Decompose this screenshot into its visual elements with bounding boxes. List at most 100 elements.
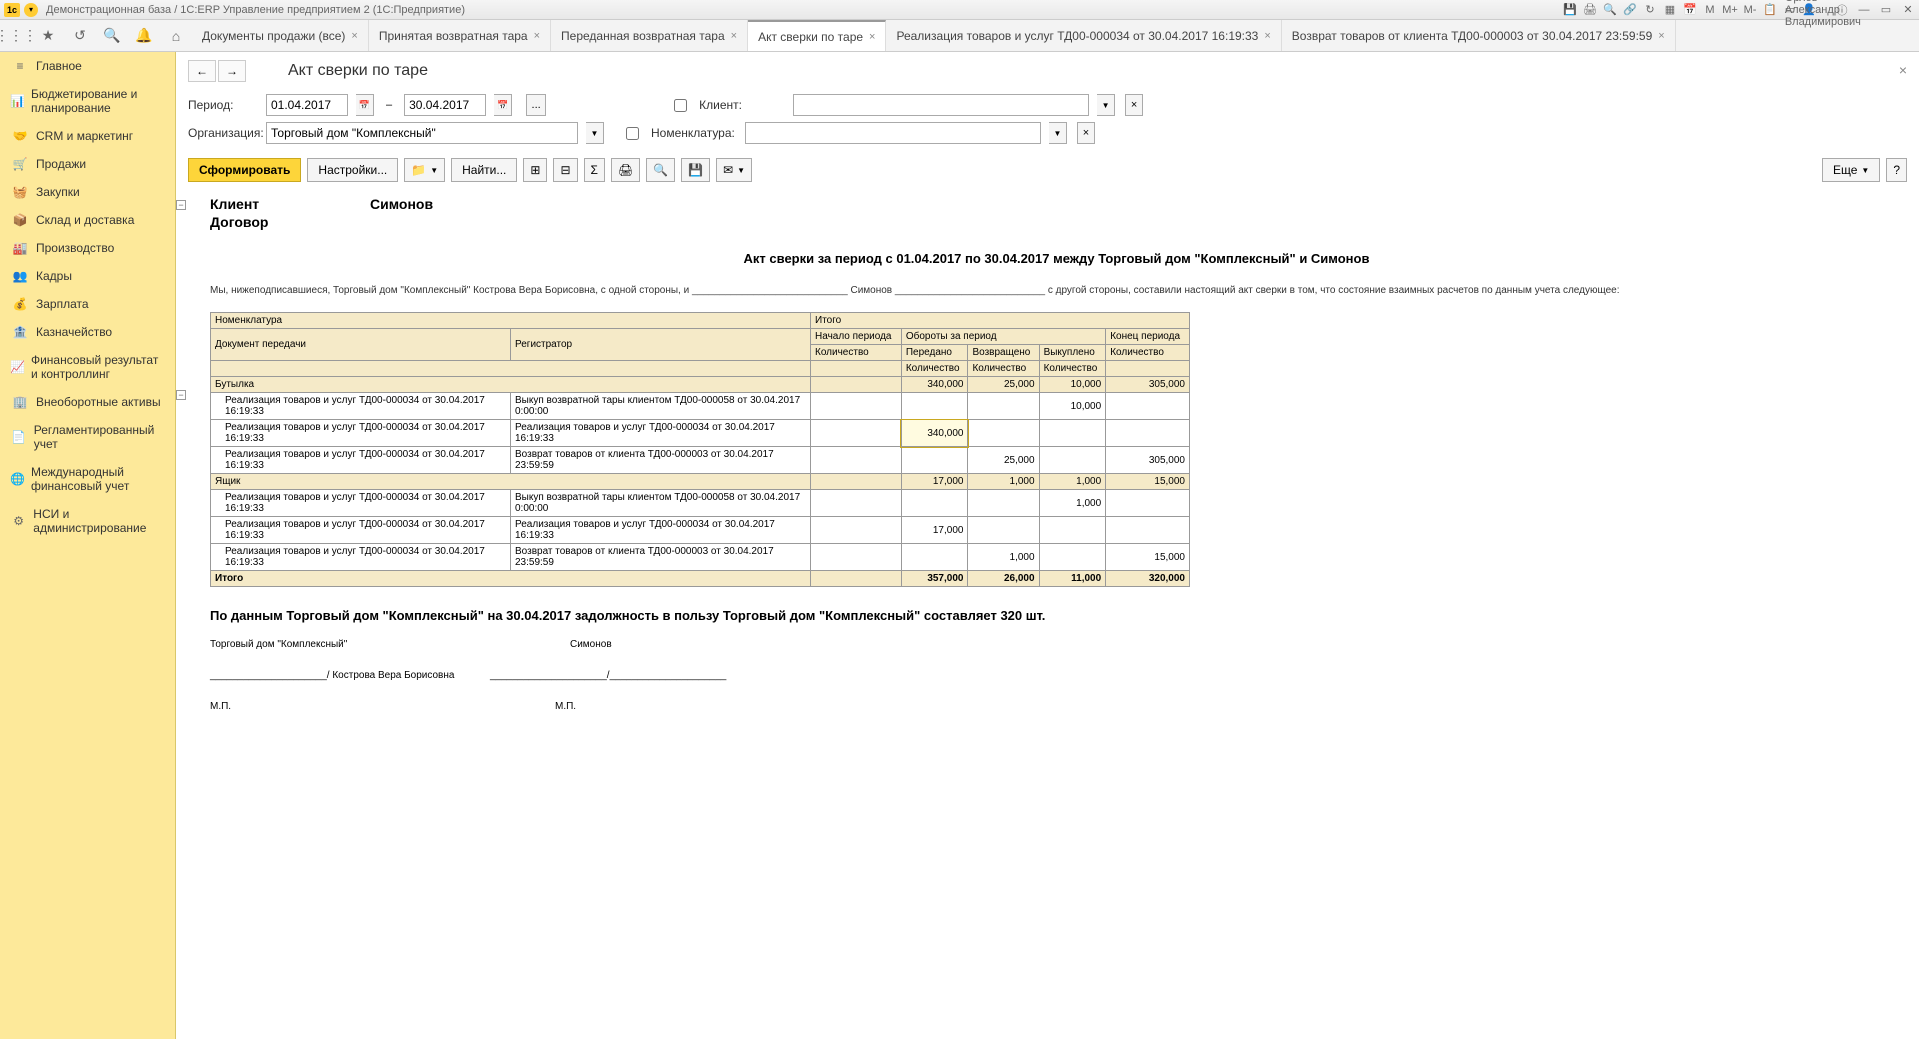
close-icon[interactable]: ×	[351, 30, 357, 42]
close-content-icon[interactable]: ×	[1899, 62, 1907, 78]
help-button[interactable]: ?	[1886, 158, 1907, 182]
sidebar-item-finance[interactable]: 📈Финансовый результат и контроллинг	[0, 346, 175, 388]
table-row[interactable]: Реализация товаров и услуг ТД00-000034 о…	[211, 447, 1190, 474]
sidebar-item-warehouse[interactable]: 📦Склад и доставка	[0, 206, 175, 234]
table-group-row[interactable]: Ящик 17,000 1,000 1,000 15,000	[211, 474, 1190, 490]
sum-icon[interactable]: Σ	[584, 158, 605, 182]
content-area: × ← → Акт сверки по таре Период: 📅 – 📅 .…	[176, 52, 1919, 1039]
form-button[interactable]: Сформировать	[188, 158, 301, 182]
bars-icon: 📈	[10, 360, 25, 374]
print-button[interactable]: 🖨	[611, 158, 640, 182]
tab-received-tara[interactable]: Принятая возвратная тара×	[369, 20, 551, 51]
history-icon[interactable]: ↺	[64, 20, 96, 51]
m-icon[interactable]: M	[1703, 3, 1717, 17]
table-row[interactable]: Реализация товаров и услуг ТД00-000034 о…	[211, 420, 1190, 447]
org-dropdown-icon[interactable]: ▼	[586, 122, 604, 144]
sidebar-item-purchases[interactable]: 🧺Закупки	[0, 178, 175, 206]
sidebar-item-regulated[interactable]: 📄Регламентированный учет	[0, 416, 175, 458]
sidebar-item-assets[interactable]: 🏢Внеоборотные активы	[0, 388, 175, 416]
period-select-button[interactable]: ...	[526, 94, 546, 116]
preamble: Мы, нижеподписавшиеся, Торговый дом "Ком…	[210, 284, 1903, 298]
table-row[interactable]: Реализация товаров и услуг ТД00-000034 о…	[211, 490, 1190, 517]
search-icon[interactable]: 🔍	[1603, 3, 1617, 17]
link-icon[interactable]: 🔗	[1623, 3, 1637, 17]
sidebar-item-intl[interactable]: 🌐Международный финансовый учет	[0, 458, 175, 500]
tab-realization[interactable]: Реализация товаров и услуг ТД00-000034 о…	[886, 20, 1281, 51]
org-input[interactable]	[266, 122, 578, 144]
sidebar-item-production[interactable]: 🏭Производство	[0, 234, 175, 262]
collapse-toggle-icon[interactable]: −	[176, 200, 186, 210]
tab-sales-docs[interactable]: Документы продажи (все)×	[192, 20, 369, 51]
calendar-to-icon[interactable]: 📅	[494, 94, 512, 116]
settings-button[interactable]: Настройки...	[307, 158, 398, 182]
collapse-toggle-icon[interactable]: −	[176, 390, 186, 400]
nomen-input[interactable]	[745, 122, 1041, 144]
col-qty5: Количество	[1039, 361, 1106, 377]
send-button[interactable]: ✉▼	[716, 158, 752, 182]
close-icon[interactable]: ×	[1658, 30, 1664, 42]
close-icon[interactable]: ×	[1264, 30, 1270, 42]
table-row[interactable]: Реализация товаров и услуг ТД00-000034 о…	[211, 544, 1190, 571]
table-row[interactable]: Реализация товаров и услуг ТД00-000034 о…	[211, 517, 1190, 544]
minimize-button[interactable]: —	[1857, 3, 1871, 17]
save-icon[interactable]: 💾	[1563, 3, 1577, 17]
save-report-icon[interactable]: 💾	[681, 158, 710, 182]
nav-forward-button[interactable]: →	[218, 60, 246, 82]
variants-button[interactable]: 📁▼	[404, 158, 445, 182]
sidebar-item-sales[interactable]: 🛒Продажи	[0, 150, 175, 178]
client-checkbox[interactable]	[674, 99, 687, 112]
close-icon[interactable]: ×	[869, 31, 875, 43]
app-menu-dropdown-icon[interactable]: ▾	[24, 3, 38, 17]
tab-transferred-tara[interactable]: Переданная возвратная тара×	[551, 20, 748, 51]
nomen-dropdown-icon[interactable]: ▼	[1049, 122, 1067, 144]
nav-back-button[interactable]: ←	[188, 60, 216, 82]
favorite-icon[interactable]: ★	[32, 20, 64, 51]
preview-icon[interactable]: 🔍	[646, 158, 675, 182]
home-icon[interactable]: ⌂	[160, 20, 192, 51]
collapse-icon[interactable]: ⊟	[553, 158, 577, 182]
nomen-checkbox[interactable]	[626, 127, 639, 140]
sidebar-item-crm[interactable]: 🤝CRM и маркетинг	[0, 122, 175, 150]
close-icon[interactable]: ×	[534, 30, 540, 42]
calendar-icon[interactable]: 📅	[1683, 3, 1697, 17]
clipboard-icon[interactable]: 📋	[1763, 3, 1777, 17]
date-to-input[interactable]	[404, 94, 486, 116]
more-button[interactable]: Еще ▼	[1822, 158, 1880, 182]
tab-return[interactable]: Возврат товаров от клиента ТД00-000003 о…	[1282, 20, 1676, 51]
calendar-from-icon[interactable]: 📅	[356, 94, 374, 116]
m-minus-icon[interactable]: M-	[1743, 3, 1757, 17]
factory-icon: 🏭	[10, 241, 30, 255]
apps-icon[interactable]: ⋮⋮⋮	[0, 20, 32, 51]
table-row[interactable]: Реализация товаров и услуг ТД00-000034 о…	[211, 393, 1190, 420]
client-clear-icon[interactable]: ×	[1125, 94, 1143, 116]
print-icon[interactable]: 🖨	[1583, 3, 1597, 17]
sidebar-item-hr[interactable]: 👥Кадры	[0, 262, 175, 290]
expand-icon[interactable]: ⊞	[523, 158, 547, 182]
sidebar-item-treasury[interactable]: 🏦Казначейство	[0, 318, 175, 346]
find-button[interactable]: Найти...	[451, 158, 517, 182]
sidebar-item-salary[interactable]: 💰Зарплата	[0, 290, 175, 318]
notifications-icon[interactable]: 🔔	[128, 20, 160, 51]
close-button[interactable]: ✕	[1901, 3, 1915, 17]
current-user[interactable]: 👤 Орлов Александр Владимирович	[1809, 3, 1823, 17]
nomen-clear-icon[interactable]: ×	[1077, 122, 1095, 144]
tab-reconciliation[interactable]: Акт сверки по таре×	[748, 20, 886, 51]
info-icon[interactable]: ⓘ	[1835, 3, 1849, 17]
m-plus-icon[interactable]: M+	[1723, 3, 1737, 17]
report-area[interactable]: − − КлиентСимонов Договор Акт сверки за …	[176, 190, 1919, 1039]
refresh-icon[interactable]: ↻	[1643, 3, 1657, 17]
sidebar-item-admin[interactable]: ⚙НСИ и администрирование	[0, 500, 175, 542]
client-input[interactable]	[793, 94, 1089, 116]
client-dropdown-icon[interactable]: ▼	[1097, 94, 1115, 116]
calc-icon[interactable]: ▦	[1663, 3, 1677, 17]
maximize-button[interactable]: ▭	[1879, 3, 1893, 17]
sidebar-item-budget[interactable]: 📊Бюджетирование и планирование	[0, 80, 175, 122]
date-from-input[interactable]	[266, 94, 348, 116]
search-tab-icon[interactable]: 🔍	[96, 20, 128, 51]
table-group-row[interactable]: Бутылка 340,000 25,000 10,000 305,000	[211, 377, 1190, 393]
report-table: Номенклатура Итого Документ передачи Рег…	[210, 312, 1190, 587]
summary-text: По данным Торговый дом "Комплексный" на …	[210, 607, 1903, 625]
close-icon[interactable]: ×	[731, 30, 737, 42]
col-qty-end: Количество	[1106, 345, 1190, 361]
sidebar-item-main[interactable]: ≡Главное	[0, 52, 175, 80]
